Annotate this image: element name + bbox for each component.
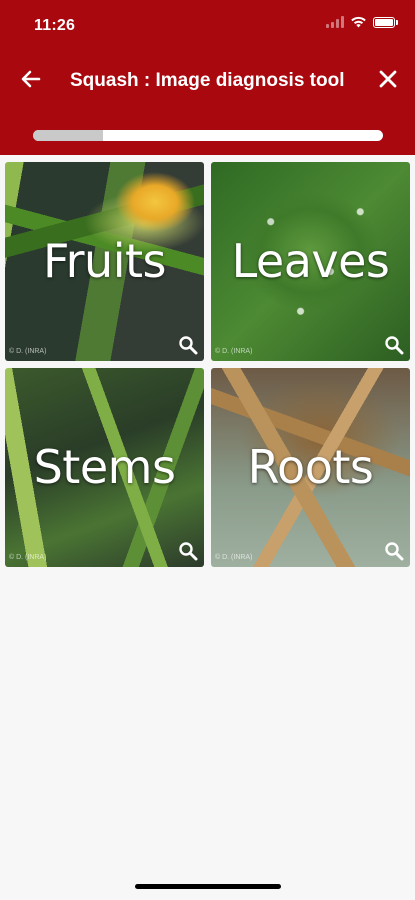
category-tile-fruits[interactable]: Fruits © D. (INRA) bbox=[5, 162, 204, 361]
back-button[interactable] bbox=[16, 64, 46, 94]
photo-credit: © D. (INRA) bbox=[215, 554, 253, 561]
category-tile-stems[interactable]: Stems © D. (INRA) bbox=[5, 368, 204, 567]
category-label: Leaves bbox=[231, 234, 390, 288]
wifi-icon bbox=[351, 16, 366, 28]
arrow-left-icon bbox=[21, 70, 41, 88]
photo-credit: © D. (INRA) bbox=[9, 554, 47, 561]
zoom-icon[interactable] bbox=[178, 541, 198, 561]
app-header: 11:26 Squash : Image diagnosis tool bbox=[0, 0, 415, 155]
progress-bar bbox=[33, 130, 383, 141]
zoom-icon[interactable] bbox=[384, 541, 404, 561]
page-title: Squash : Image diagnosis tool bbox=[70, 70, 345, 91]
category-tile-leaves[interactable]: Leaves © D. (INRA) bbox=[211, 162, 410, 361]
category-grid: Fruits © D. (INRA) Leaves © D. (INRA) St… bbox=[5, 162, 410, 567]
signal-icon bbox=[326, 16, 344, 28]
battery-icon bbox=[373, 16, 398, 28]
zoom-icon[interactable] bbox=[384, 335, 404, 355]
progress-fill bbox=[33, 130, 103, 141]
status-icons bbox=[326, 16, 398, 28]
close-icon bbox=[379, 70, 397, 88]
status-time: 11:26 bbox=[34, 17, 76, 34]
category-label: Stems bbox=[33, 440, 176, 494]
photo-credit: © D. (INRA) bbox=[9, 348, 47, 355]
category-label: Fruits bbox=[43, 234, 166, 288]
zoom-icon[interactable] bbox=[178, 335, 198, 355]
close-button[interactable] bbox=[373, 64, 403, 94]
photo-credit: © D. (INRA) bbox=[215, 348, 253, 355]
home-indicator bbox=[135, 884, 281, 889]
category-label: Roots bbox=[247, 440, 374, 494]
category-tile-roots[interactable]: Roots © D. (INRA) bbox=[211, 368, 410, 567]
